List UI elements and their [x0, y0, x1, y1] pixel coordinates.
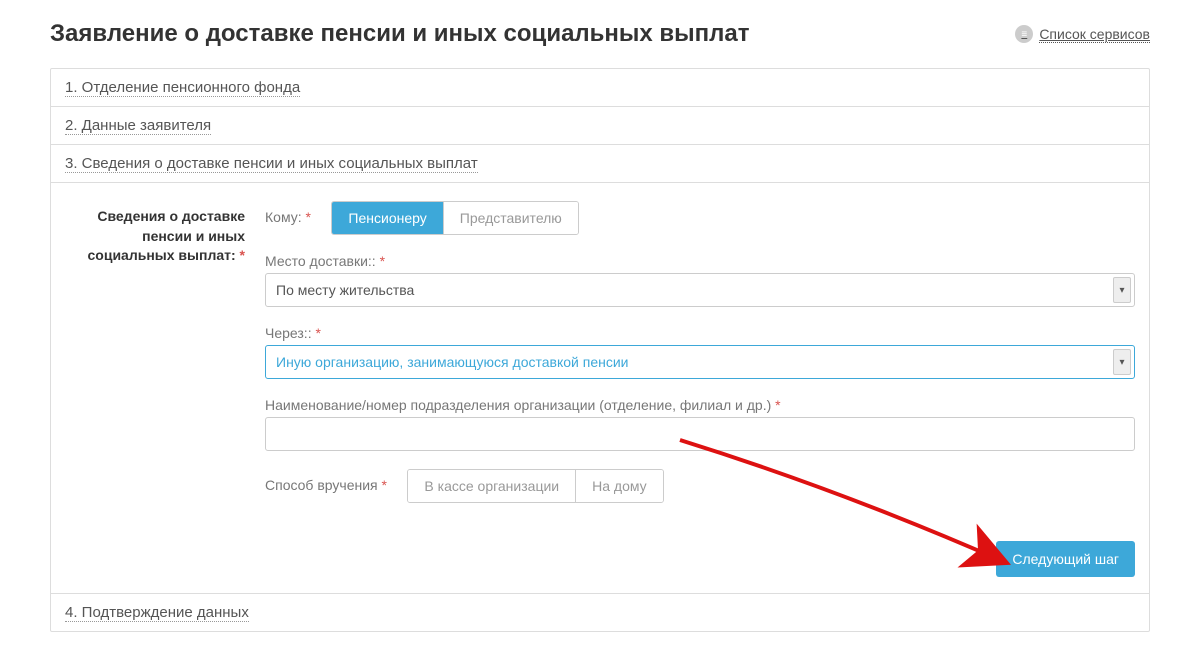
place-select[interactable]: По месту жительства [265, 273, 1135, 307]
method-option-cashier[interactable]: В кассе организации [408, 470, 575, 502]
step-3-title: 3. Сведения о доставке пенсии и иных соц… [65, 155, 478, 173]
method-option-home[interactable]: На дому [575, 470, 663, 502]
method-label: Способ вручения * [265, 477, 387, 493]
step-4-header[interactable]: 4. Подтверждение данных [51, 593, 1149, 631]
org-label: Наименование/номер подразделения организ… [265, 397, 781, 413]
step-3-body: Сведения о доставке пенсии и иных социал… [51, 183, 1149, 533]
method-toggle-group: В кассе организации На дому [407, 469, 663, 503]
step-2-title: 2. Данные заявителя [65, 117, 211, 135]
to-label: Кому: * [265, 209, 311, 225]
services-link[interactable]: ≡ Список сервисов [1015, 25, 1150, 43]
org-input[interactable] [265, 417, 1135, 451]
to-toggle-group: Пенсионеру Представителю [331, 201, 578, 235]
step-3-header[interactable]: 3. Сведения о доставке пенсии и иных соц… [51, 145, 1149, 183]
form-panel: 1. Отделение пенсионного фонда 2. Данные… [50, 68, 1150, 632]
to-option-representative[interactable]: Представителю [443, 202, 578, 234]
via-select[interactable]: Иную организацию, занимающуюся доставкой… [265, 345, 1135, 379]
to-option-pensioner[interactable]: Пенсионеру [332, 202, 442, 234]
via-label: Через:: * [265, 325, 321, 341]
step-1-header[interactable]: 1. Отделение пенсионного фонда [51, 69, 1149, 107]
section-label: Сведения о доставке пенсии и иных социал… [65, 201, 245, 521]
services-link-label: Список сервисов [1039, 26, 1150, 43]
step-4-title: 4. Подтверждение данных [65, 604, 249, 622]
step-1-title: 1. Отделение пенсионного фонда [65, 79, 300, 97]
page-title: Заявление о доставке пенсии и иных социа… [50, 20, 750, 48]
step-2-header[interactable]: 2. Данные заявителя [51, 107, 1149, 145]
list-icon: ≡ [1015, 25, 1033, 43]
place-label: Место доставки:: * [265, 253, 385, 269]
next-step-button[interactable]: Следующий шаг [996, 541, 1135, 577]
